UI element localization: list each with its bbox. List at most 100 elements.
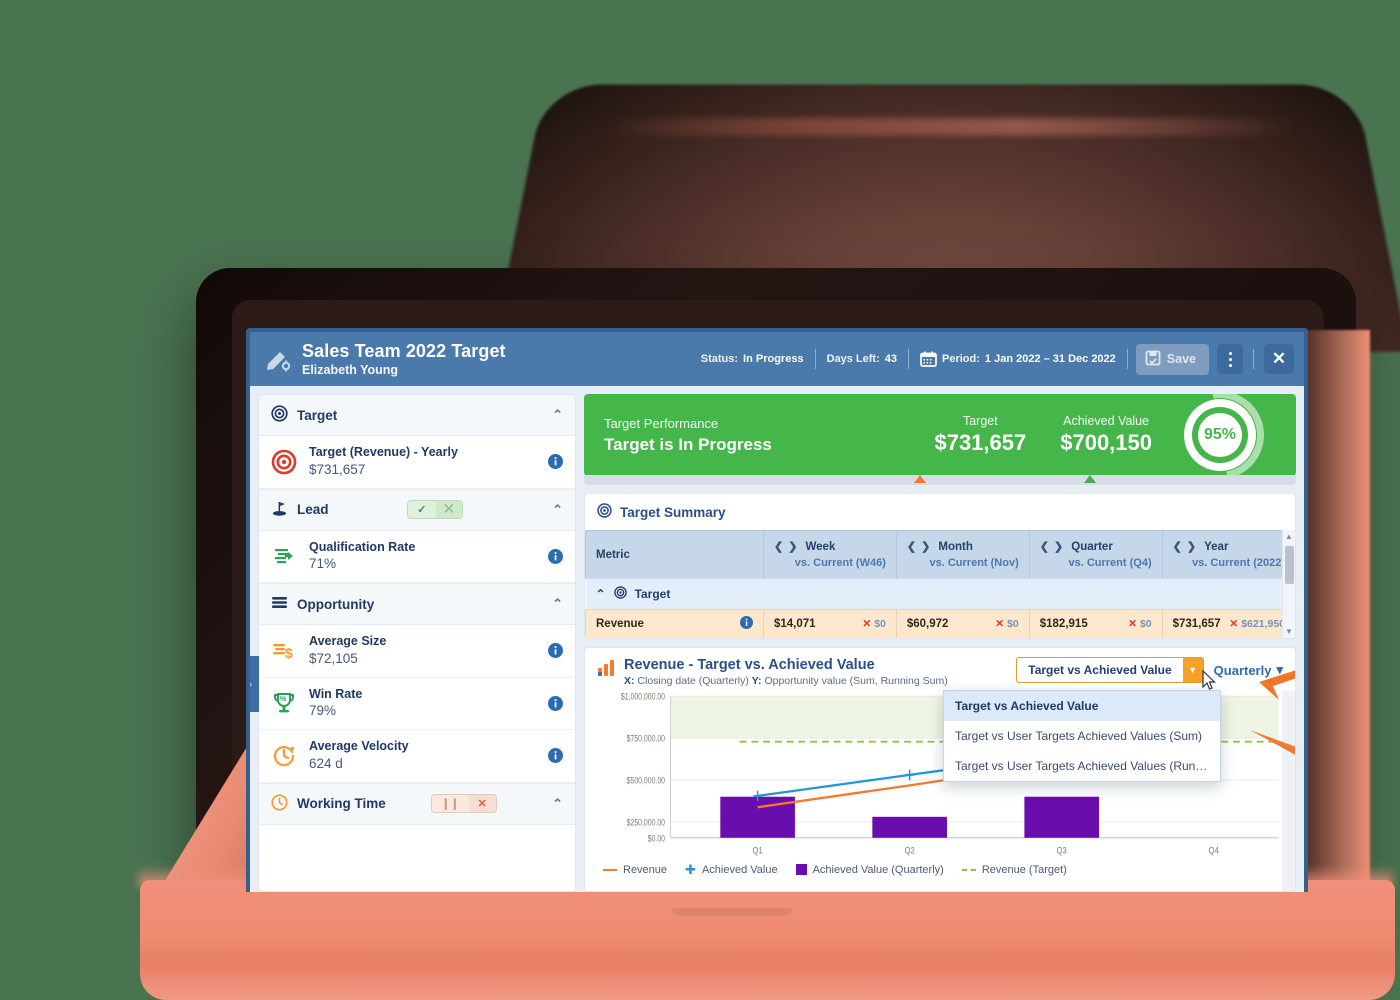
legend-dashed-icon: [961, 868, 976, 871]
lead-status-badge[interactable]: ✓ ⤬: [407, 500, 464, 519]
card-title: Target Summary: [620, 504, 726, 520]
performance-banner-wrap: Target Performance Target is In Progress…: [584, 394, 1296, 485]
delta-value: $621,950: [1241, 618, 1285, 630]
working-time-status-badge[interactable]: ❙❙ ✕: [431, 794, 497, 813]
cell-value: $60,972: [906, 618, 949, 630]
cell-delta: ✕ $621,950: [1229, 618, 1285, 630]
lead-funnel-icon: [271, 500, 288, 520]
bar-series-achieved-quarterly: [720, 796, 1100, 838]
sidebar-item-average-velocity[interactable]: Average Velocity 624 d: [259, 730, 575, 783]
legend-item-revenue[interactable]: Revenue: [603, 864, 667, 876]
dropdown-option-0[interactable]: Target vs Achieved Value: [944, 691, 1220, 721]
chevron-up-icon[interactable]: ⌃: [552, 407, 563, 423]
divider: [1253, 349, 1254, 369]
dropdown-option-1[interactable]: Target vs User Targets Achieved Values (…: [944, 721, 1220, 751]
scroll-down-icon[interactable]: ▼: [1285, 627, 1293, 636]
chevron-up-icon[interactable]: ⌃: [552, 796, 563, 812]
banner-achieved-value: $700,150: [1060, 430, 1152, 455]
kpi-label: Average Size: [309, 634, 387, 648]
save-button[interactable]: Save: [1135, 343, 1209, 375]
table-head: Metric ❮ ❯ Week vs. Current (W46) ❮ ❯ Mo…: [585, 530, 1295, 579]
sidebar-group-lead[interactable]: Lead ✓ ⤬ ⌃: [259, 488, 575, 531]
cell-value: $731,657: [1172, 618, 1221, 630]
title-block: Sales Team 2022 Target Elizabeth Young: [302, 341, 506, 377]
info-icon[interactable]: [548, 643, 563, 659]
sidebar-item-win-rate[interactable]: % Win Rate 79%: [259, 677, 575, 730]
trophy-icon: %: [271, 690, 297, 716]
col-month[interactable]: ❮ ❯ Month vs. Current (Nov): [895, 530, 1030, 579]
x-axis-note: Closing date (Quarterly): [634, 675, 752, 687]
clock-icon: [271, 793, 288, 814]
cell-value: $182,915: [1039, 618, 1088, 630]
sidebar-item-target-revenue[interactable]: Target (Revenue) - Yearly $731,657: [259, 436, 575, 489]
legend-item-achieved-value[interactable]: ✚ Achieved Value: [685, 863, 778, 876]
dropdown-option-2[interactable]: Target vs User Targets Achieved Values (…: [944, 751, 1220, 781]
chevron-up-icon[interactable]: ⌃: [596, 587, 606, 601]
badge-stop: ✕: [468, 795, 496, 812]
table-row[interactable]: Revenue $14,071 ✕ $0 $60,972 ✕ $0 $182,9…: [585, 609, 1295, 638]
target-scale-bar: [584, 475, 1296, 485]
col-label: Month: [938, 540, 973, 553]
col-sublabel: vs. Current (2022): [1192, 557, 1285, 569]
sidebar-group-opportunity[interactable]: Opportunity ⌃: [259, 583, 575, 625]
table-group-row[interactable]: ⌃ Target: [585, 578, 1295, 610]
annotation-arrow-secondary-icon: [1230, 722, 1295, 792]
scrollbar-thumb[interactable]: [1285, 546, 1294, 584]
prev-next-icon[interactable]: ❮ ❯: [907, 540, 932, 553]
legend-item-achieved-quarterly[interactable]: Achieved Value (Quarterly): [795, 863, 944, 876]
banner-metrics: Target $731,657 Achieved Value $700,150: [934, 414, 1178, 456]
target-icon: [613, 586, 627, 602]
bar-q2[interactable]: [872, 816, 947, 838]
value-cell: $182,915 ✕ $0: [1040, 618, 1152, 630]
sidebar-item-qualification-rate[interactable]: Qualification Rate 71%: [259, 530, 575, 583]
sidebar-group-target[interactable]: Target ⌃: [259, 395, 575, 436]
target-summary-header: Target Summary: [585, 494, 1295, 530]
summary-table: Metric ❮ ❯ Week vs. Current (W46) ❮ ❯ Mo…: [585, 530, 1295, 638]
progress-gauge: 95%: [1158, 394, 1296, 476]
bar-q3[interactable]: [1024, 796, 1100, 838]
badge-alt: ⤬: [435, 501, 463, 518]
chart-view-dropdown[interactable]: Target vs Achieved Value Target vs User …: [943, 690, 1221, 782]
chart-title: Revenue - Target vs. Achieved Value: [624, 657, 875, 673]
prev-next-icon[interactable]: ❮ ❯: [774, 540, 799, 553]
info-icon[interactable]: [548, 748, 563, 764]
kpi-value: $731,657: [309, 461, 366, 477]
info-icon[interactable]: [548, 695, 563, 711]
target-icon: [271, 405, 288, 425]
dot: [1228, 351, 1232, 355]
cell-metric: Revenue: [585, 609, 764, 638]
x-axis-key: X:: [624, 675, 635, 687]
chevron-up-icon[interactable]: ⌃: [552, 502, 563, 518]
col-metric: Metric: [585, 530, 764, 579]
period-label: Period:: [942, 353, 980, 365]
summary-scrollbar[interactable]: ▲ ▼: [1282, 530, 1295, 638]
period-indicator[interactable]: Period: 1 Jan 2022 – 31 Dec 2022: [909, 351, 1127, 367]
info-icon[interactable]: [740, 616, 753, 632]
prev-next-icon[interactable]: ❮ ❯: [1040, 540, 1065, 553]
xtick-q1: Q1: [753, 845, 763, 856]
close-button[interactable]: ✕: [1264, 344, 1294, 374]
sidebar-group-label: Target: [297, 407, 338, 423]
ytick-250000: $250,000.00: [627, 818, 666, 828]
info-icon[interactable]: [548, 454, 563, 470]
sidebar-collapse-toggle[interactable]: ›: [250, 656, 259, 712]
chart-view-value: Target vs Achieved Value: [1028, 663, 1172, 677]
svg-text:$: $: [285, 645, 293, 661]
legend-item-revenue-target[interactable]: Revenue (Target): [961, 864, 1067, 876]
chevron-up-icon[interactable]: ⌃: [552, 596, 563, 612]
calendar-icon: [920, 351, 937, 367]
legend-label: Achieved Value (Quarterly): [812, 863, 944, 876]
chart-view-select[interactable]: Target vs Achieved Value ▼: [1016, 657, 1204, 683]
col-quarter[interactable]: ❮ ❯ Quarter vs. Current (Q4): [1028, 530, 1163, 579]
more-options-button[interactable]: [1217, 344, 1243, 374]
col-week[interactable]: ❮ ❯ Week vs. Current (W46): [763, 530, 897, 579]
group-wrap: ⌃ Target: [596, 586, 1286, 602]
scroll-up-icon[interactable]: ▲: [1285, 532, 1293, 541]
banner-target-label: Target: [962, 414, 998, 428]
value-cell: $14,071 ✕ $0: [774, 618, 886, 630]
info-icon[interactable]: [548, 548, 563, 564]
col-year[interactable]: ❮ ❯ Year vs. Current (2022): [1161, 530, 1295, 579]
sidebar-group-working-time[interactable]: Working Time ❙❙ ✕ ⌃: [259, 782, 575, 825]
prev-next-icon[interactable]: ❮ ❯: [1173, 540, 1198, 553]
sidebar-item-average-size[interactable]: $ Average Size $72,105: [259, 625, 575, 678]
